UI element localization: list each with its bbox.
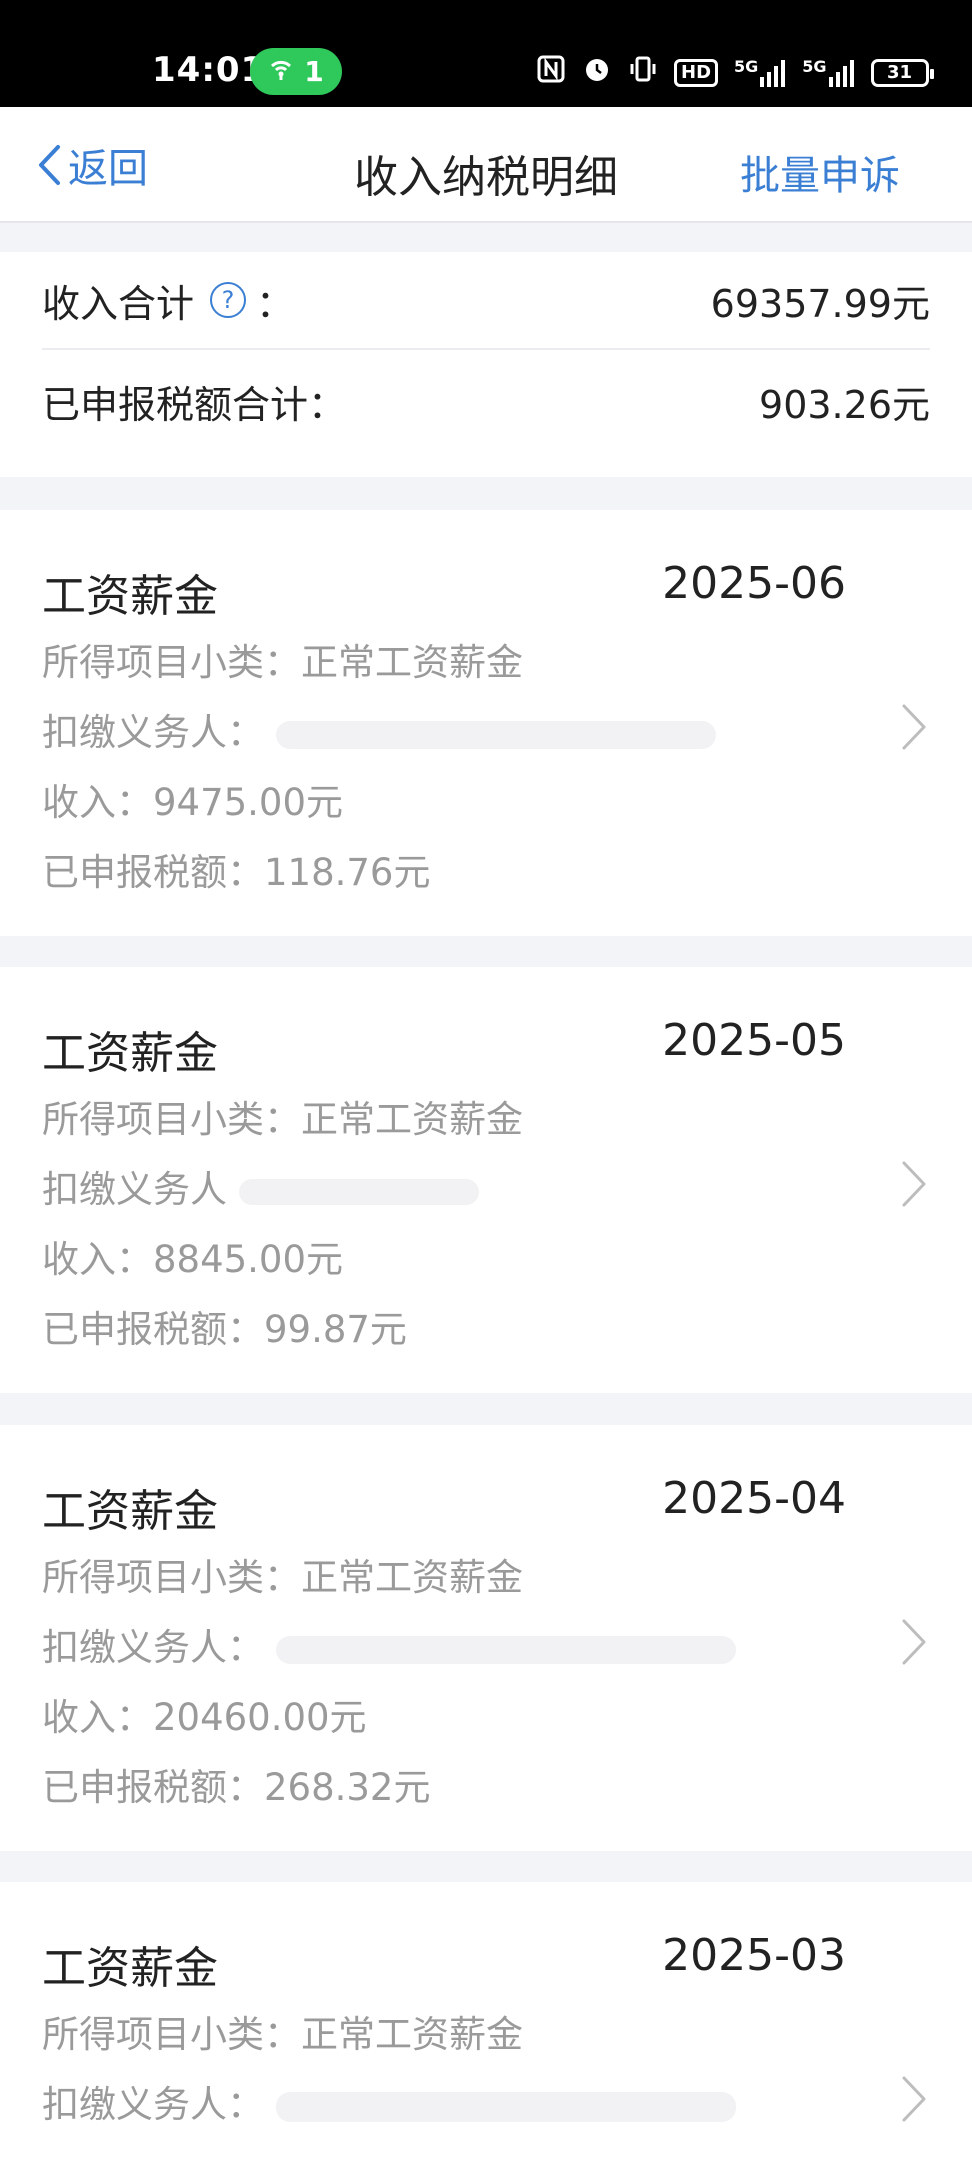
redacted-withholder xyxy=(275,1635,736,1664)
record-subcategory: 所得项目小类：正常工资薪金 xyxy=(42,1098,523,1141)
vibrate-icon xyxy=(628,54,658,91)
network-label-1: 5G xyxy=(734,56,759,76)
chevron-right-icon xyxy=(902,1161,926,1207)
record-title: 工资薪金 xyxy=(42,1943,218,1994)
income-total-row: 收入合计 ? ： 69357.99元 xyxy=(42,252,930,350)
record-date: 2025-05 xyxy=(662,1015,846,1066)
alarm-icon xyxy=(582,54,612,91)
hotspot-icon xyxy=(268,55,294,88)
signal-icon-2: 5G xyxy=(802,56,854,87)
record-title: 工资薪金 xyxy=(42,571,218,622)
income-total-value: 69357.99元 xyxy=(710,281,930,326)
record-withholder-label: 扣缴义务人 xyxy=(42,1168,227,1211)
tax-total-value: 903.26元 xyxy=(759,382,930,427)
tax-total-label: 已申报税额合计： xyxy=(42,382,347,427)
record-withholder: 扣缴义务人： xyxy=(42,1617,736,1671)
chevron-right-icon xyxy=(902,1619,926,1665)
record-card[interactable]: 工资薪金 2025-05 所得项目小类：正常工资薪金 扣缴义务人 收入：8845… xyxy=(0,967,972,1393)
status-icons: HD 5G 5G 31 xyxy=(536,54,934,91)
income-total-label: 收入合计 xyxy=(42,281,195,326)
record-card[interactable]: 工资薪金 2025-06 所得项目小类：正常工资薪金 扣缴义务人： 收入：947… xyxy=(0,510,972,936)
record-subcategory: 所得项目小类：正常工资薪金 xyxy=(42,1556,523,1599)
network-label-2: 5G xyxy=(802,56,827,76)
record-tax: 已申报税额：99.87元 xyxy=(42,1308,407,1351)
record-date: 2025-03 xyxy=(662,1930,846,1981)
record-withholder: 扣缴义务人： xyxy=(42,702,716,756)
record-tax: 已申报税额：268.32元 xyxy=(42,1766,431,1809)
record-subcategory: 所得项目小类：正常工资薪金 xyxy=(42,641,523,684)
record-withholder-label: 扣缴义务人： xyxy=(42,1626,264,1669)
redacted-withholder xyxy=(238,1178,479,1205)
redacted-withholder xyxy=(275,720,716,749)
tax-total-row: 已申报税额合计： 903.26元 xyxy=(42,352,930,450)
record-date: 2025-04 xyxy=(662,1473,846,1524)
nav-bar: 返回 收入纳税明细 批量申诉 xyxy=(0,107,972,223)
chevron-right-icon xyxy=(902,704,926,750)
record-income: 收入：8845.00元 xyxy=(42,1238,344,1281)
record-withholder: 扣缴义务人 xyxy=(42,1159,479,1213)
record-withholder-label: 扣缴义务人： xyxy=(42,2083,264,2126)
status-time: 14:01 xyxy=(152,50,266,90)
record-withholder-label: 扣缴义务人： xyxy=(42,711,264,754)
record-income: 收入：9475.00元 xyxy=(42,781,344,824)
redacted-withholder xyxy=(275,2091,736,2122)
hd-icon: HD xyxy=(674,58,719,87)
battery-icon: 31 xyxy=(870,58,934,87)
record-card[interactable]: 工资薪金 2025-04 所得项目小类：正常工资薪金 扣缴义务人： 收入：204… xyxy=(0,1425,972,1851)
nfc-icon xyxy=(536,54,566,91)
hotspot-badge: 1 xyxy=(250,48,342,95)
help-icon[interactable]: ? xyxy=(210,282,247,318)
record-withholder: 扣缴义务人： xyxy=(42,2074,736,2128)
income-total-label-group: 收入合计 ? ： xyxy=(42,273,294,328)
record-title: 工资薪金 xyxy=(42,1028,218,1079)
record-card[interactable]: 工资薪金 2025-03 所得项目小类：正常工资薪金 扣缴义务人： xyxy=(0,1882,972,2160)
record-income: 收入：20460.00元 xyxy=(42,1696,367,1739)
hotspot-count: 1 xyxy=(304,55,324,88)
signal-icon-1: 5G xyxy=(734,56,786,87)
record-tax: 已申报税额：118.76元 xyxy=(42,851,431,894)
record-date: 2025-06 xyxy=(662,558,846,609)
summary-panel: 收入合计 ? ： 69357.99元 已申报税额合计： 903.26元 xyxy=(0,252,972,477)
record-subcategory: 所得项目小类：正常工资薪金 xyxy=(42,2013,523,2056)
income-total-colon: ： xyxy=(256,281,295,326)
batch-appeal-button[interactable]: 批量申诉 xyxy=(740,143,900,201)
status-bar: 14:01 1 HD 5G 5G 31 xyxy=(0,0,972,107)
chevron-right-icon xyxy=(902,2076,926,2122)
record-title: 工资薪金 xyxy=(42,1486,218,1537)
